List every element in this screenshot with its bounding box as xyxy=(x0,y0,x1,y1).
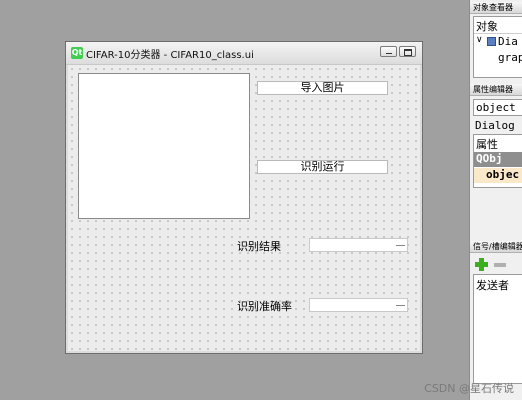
add-connection-icon[interactable] xyxy=(475,258,488,271)
property-row[interactable]: objec xyxy=(474,168,522,183)
expand-arrow-icon[interactable]: ∨ xyxy=(476,35,483,45)
run-recognition-button[interactable]: 识别运行 xyxy=(257,160,388,174)
property-name: objec xyxy=(486,168,520,181)
header-divider xyxy=(474,33,522,34)
dialog-object-icon xyxy=(487,37,496,46)
dialog-window: Qt CIFAR-10分类器 - CIFAR10_class.ui 导入图片 识… xyxy=(65,41,423,354)
property-group-row[interactable]: QObj xyxy=(474,152,522,167)
property-group-label: QObj xyxy=(476,152,503,165)
accuracy-field[interactable] xyxy=(309,298,408,312)
result-field[interactable] xyxy=(309,238,408,252)
qt-logo-icon: Qt xyxy=(71,47,83,59)
import-image-button[interactable]: 导入图片 xyxy=(257,81,388,95)
property-class-label: Dialog xyxy=(475,119,515,132)
image-display-label[interactable] xyxy=(78,73,250,219)
object-inspector-tree[interactable]: 对象 ∨ Dia grap xyxy=(473,16,522,78)
object-inspector-header: 对象 xyxy=(476,20,498,33)
property-table[interactable]: 属性 QObj objec xyxy=(473,134,522,188)
property-header: 属性 xyxy=(476,138,498,151)
maximize-button[interactable] xyxy=(399,46,416,57)
sender-header: 发送者 xyxy=(476,279,509,292)
result-label: 识别结果 xyxy=(237,240,281,253)
signal-table[interactable]: 发送者 xyxy=(473,274,522,384)
window-title: CIFAR-10分类器 - CIFAR10_class.ui xyxy=(86,50,254,61)
object-inspector-title: 对象查看器 xyxy=(470,2,522,14)
signal-editor-title: 信号/槽编辑器 xyxy=(470,241,522,253)
form-canvas[interactable]: 导入图片 识别运行 识别结果 识别准确率 xyxy=(68,65,420,351)
tree-item-dialog[interactable]: Dia xyxy=(498,35,518,48)
property-editor-title: 属性编辑器 xyxy=(470,84,522,96)
minimize-button[interactable] xyxy=(380,46,397,57)
watermark: CSDN @星石传说 xyxy=(424,382,514,395)
property-filter-input[interactable]: object xyxy=(473,99,522,116)
window-titlebar[interactable]: Qt CIFAR-10分类器 - CIFAR10_class.ui xyxy=(66,42,422,65)
tree-item-graphics[interactable]: grap xyxy=(498,51,522,64)
accuracy-label: 识别准确率 xyxy=(237,300,292,313)
designer-side-panels: 对象查看器 对象 ∨ Dia grap 属性编辑器 object Dialog … xyxy=(469,0,522,400)
remove-connection-icon[interactable] xyxy=(494,263,506,267)
property-filter-text: object xyxy=(476,101,516,114)
